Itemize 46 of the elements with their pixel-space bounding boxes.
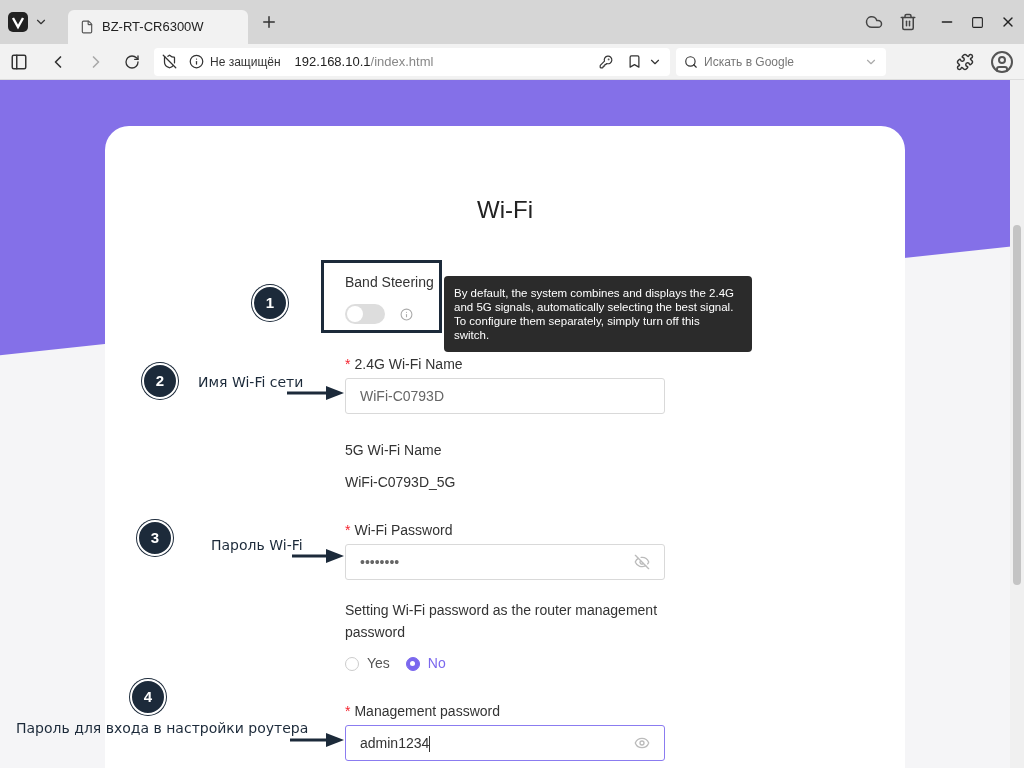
radio-label: Yes xyxy=(367,654,390,673)
toggle-switch[interactable] xyxy=(345,304,385,324)
required-asterisk: * xyxy=(345,701,351,721)
profile-icon[interactable] xyxy=(990,49,1014,74)
annotation-label: Пароль для входа в настройки роутера xyxy=(16,719,309,738)
annotation-label: Имя Wi-Fi сети xyxy=(198,373,304,392)
radio-label: No xyxy=(427,654,446,673)
field-label: Management password xyxy=(354,701,500,721)
new-tab-icon[interactable] xyxy=(260,13,278,31)
input-field[interactable]: admin1234 xyxy=(345,725,665,761)
address-bar[interactable]: Не защищён 192.168.10.1/index.html xyxy=(154,47,670,76)
field-label: Wi-Fi Password xyxy=(354,520,453,540)
panel-icon[interactable] xyxy=(10,52,28,71)
field-value: WiFi-C0793D_5G xyxy=(345,473,457,492)
browser-logo-icon[interactable] xyxy=(8,12,28,32)
scrollbar-drawing[interactable] xyxy=(1010,80,1024,768)
required-asterisk: * xyxy=(345,354,351,374)
page-icon xyxy=(80,20,94,34)
input-field[interactable]: •••••••• xyxy=(345,544,665,580)
field-label: Setting Wi-Fi password as the router management password xyxy=(345,601,659,642)
tooltip: By default, the system combines and displays the 2.4G and 5G signals, automatically selecting the best signal. To configure them separately, simply turn off this switch. xyxy=(444,276,752,352)
arrow-drawing xyxy=(292,549,344,563)
browser-tab[interactable]: BZ-RT-CR6300W xyxy=(68,10,248,44)
trash-icon[interactable] xyxy=(899,13,917,31)
shield-off-icon xyxy=(162,54,177,69)
info-icon xyxy=(189,54,204,69)
cloud-icon[interactable] xyxy=(865,13,883,31)
maximize-icon[interactable] xyxy=(971,15,984,29)
reload-icon[interactable] xyxy=(124,53,140,70)
annotation-label: Пароль Wi-Fi xyxy=(211,536,303,555)
input-field[interactable]: WiFi-C0793D xyxy=(345,378,665,414)
security-label: Не защищён xyxy=(210,53,281,71)
arrow-drawing xyxy=(287,386,344,400)
radio-button[interactable] xyxy=(405,656,420,671)
puzzle-icon[interactable] xyxy=(956,52,974,71)
bookmark-icon[interactable] xyxy=(627,54,642,69)
field-label: Band Steering xyxy=(345,273,434,292)
radio-button[interactable] xyxy=(345,656,359,671)
page-title: Wi-Fi xyxy=(477,195,533,225)
field-label: 2.4G Wi-Fi Name xyxy=(354,354,463,374)
field-label: 5G Wi-Fi Name xyxy=(345,440,442,460)
required-asterisk: * xyxy=(345,520,351,540)
key-icon[interactable] xyxy=(599,54,613,69)
url-text: 192.168.10.1/index.html xyxy=(294,52,434,71)
search-icon xyxy=(684,54,698,69)
search-field[interactable]: Искать в Google xyxy=(676,47,886,76)
